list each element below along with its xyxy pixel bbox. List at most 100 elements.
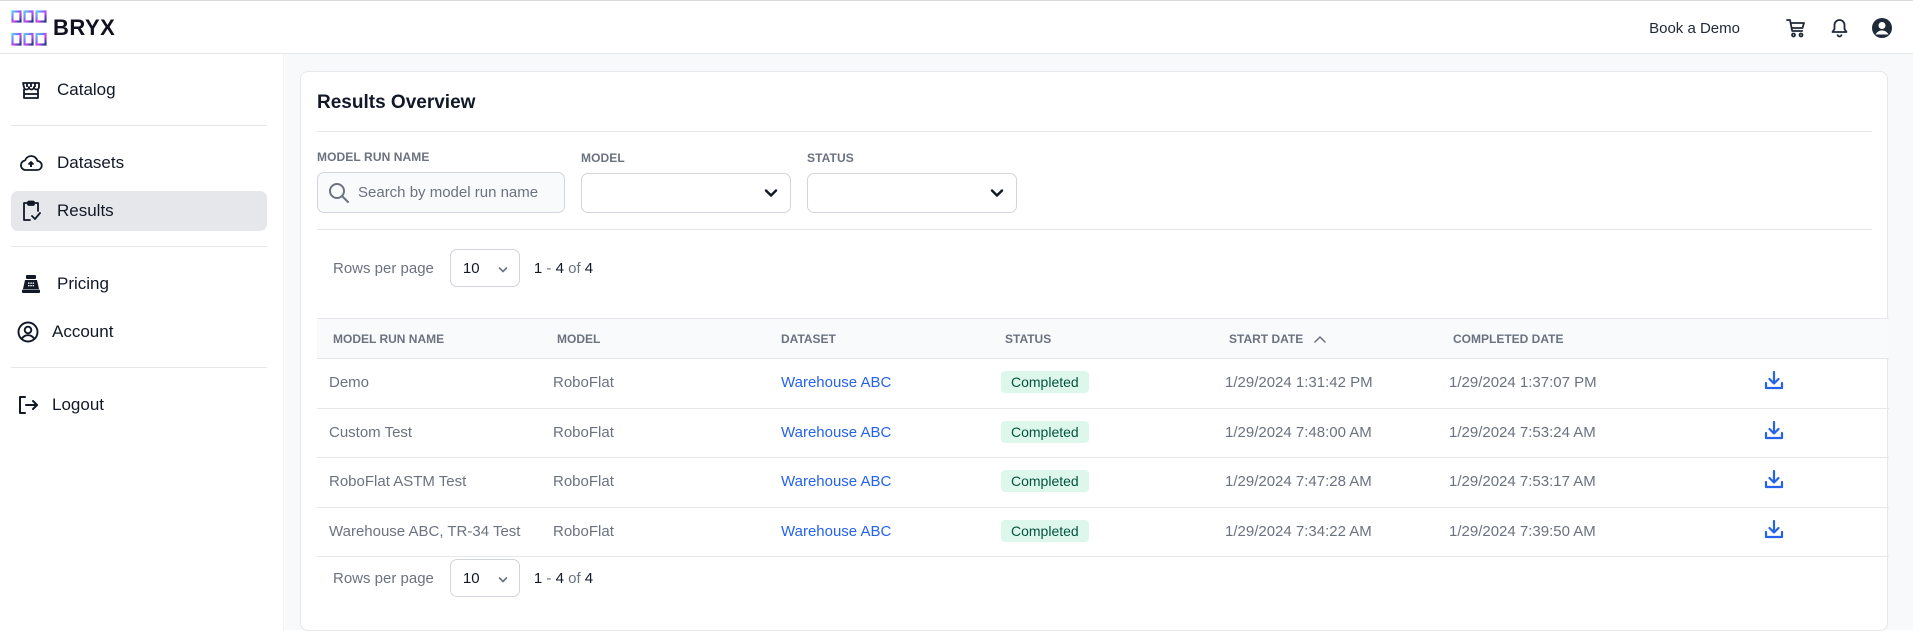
run-name-filter-label: MODEL RUN NAME [317, 150, 430, 164]
status-badge: Completed [1001, 470, 1089, 492]
cell-completed-date: 1/29/2024 7:53:24 AM [1449, 423, 1596, 441]
cell-run-name: Demo [329, 374, 370, 391]
sidebar-item-label: Catalog [57, 80, 116, 99]
sidebar-divider [11, 246, 267, 247]
cell-start-date: 1/29/2024 7:48:00 AM [1225, 423, 1372, 441]
chevron-down-icon [990, 186, 1004, 205]
table-row: RoboFlat ASTM Test RoboFlat Warehouse ABC C… [317, 458, 1889, 508]
download-icon[interactable] [1763, 370, 1785, 394]
download-icon[interactable] [1763, 519, 1785, 543]
column-header-completed-date[interactable]: COMPLETED DATE [1453, 332, 1563, 346]
sidebar-item-logout[interactable]: Logout [11, 385, 267, 425]
bell-icon[interactable] [1828, 17, 1850, 39]
cell-run-name: Custom Test [329, 423, 413, 441]
sidebar-item-label: Logout [52, 395, 104, 414]
brand-name: BRYX [53, 15, 116, 40]
cell-run-name: Warehouse ABC, TR-34 Test [329, 522, 521, 540]
column-header-run-name[interactable]: MODEL RUN NAME [333, 332, 444, 346]
cash-register-icon [19, 272, 43, 296]
table-row: Demo RoboFlat Warehouse ABC Completed 1/29/2… [317, 359, 1889, 409]
user-circle-icon [16, 320, 40, 344]
title-divider [317, 131, 1872, 132]
cell-start-date: 1/29/2024 1:31:42 PM [1225, 374, 1373, 391]
cell-completed-date: 1/29/2024 7:53:17 AM [1449, 473, 1596, 490]
rows-per-page-value: 10 [462, 259, 480, 277]
sidebar: Catalog Datasets Results Pricing Account… [0, 54, 284, 630]
cell-model: RoboFlat [553, 374, 614, 391]
top-actions: Book a Demo [1649, 1, 1893, 55]
sidebar-divider [11, 125, 267, 126]
status-badge: Completed [1001, 371, 1089, 393]
book-demo-link[interactable]: Book a Demo [1649, 20, 1740, 37]
results-card: Results Overview MODEL RUN NAME MODEL ST… [300, 71, 1889, 631]
filters-divider [317, 229, 1872, 230]
rows-per-page-value: 10 [462, 569, 480, 587]
rows-per-page-label: Rows per page [333, 569, 434, 587]
cloud-upload-icon [19, 151, 43, 175]
dataset-link[interactable]: Warehouse ABC [781, 473, 891, 490]
sidebar-item-account[interactable]: Account [11, 312, 267, 352]
rows-per-page-label: Rows per page [333, 259, 434, 277]
run-name-search[interactable] [317, 172, 565, 213]
pagination-bottom: Rows per page 10 1 - 4 of 4 [333, 559, 593, 597]
clipboard-check-icon [19, 199, 43, 223]
download-icon[interactable] [1763, 469, 1785, 493]
cell-model: RoboFlat [553, 423, 614, 441]
status-select[interactable] [807, 173, 1017, 213]
sidebar-item-pricing[interactable]: Pricing [11, 264, 267, 304]
status-filter-label: STATUS [807, 151, 854, 165]
sidebar-divider [11, 367, 267, 368]
column-header-status[interactable]: STATUS [1005, 332, 1051, 346]
sidebar-item-catalog[interactable]: Catalog [11, 70, 267, 110]
store-icon [19, 78, 43, 102]
column-header-dataset[interactable]: DATASET [781, 332, 836, 346]
status-badge: Completed [1001, 420, 1089, 443]
logout-icon [16, 393, 40, 417]
cart-icon[interactable] [1785, 17, 1807, 39]
cell-run-name: RoboFlat ASTM Test [329, 473, 467, 490]
table-row: Warehouse ABC, TR-34 Test RoboFlat Warehou… [317, 508, 1889, 557]
table-row: Custom Test RoboFlat Warehouse ABC Complete… [317, 409, 1889, 458]
cell-start-date: 1/29/2024 7:47:28 AM [1225, 473, 1372, 490]
model-select[interactable] [581, 173, 791, 213]
rows-per-page-select[interactable]: 10 [449, 249, 520, 287]
top-bar: BRYX Book a Demo [0, 0, 1913, 54]
model-filter-label: MODEL [581, 151, 625, 165]
main-content: Results Overview MODEL RUN NAME MODEL ST… [285, 54, 1913, 631]
pagination-top: Rows per page 10 1 - 4 of 4 [333, 249, 593, 287]
results-table: MODEL RUN NAME MODEL DATASET STATUS STAR… [317, 318, 1889, 557]
page-title: Results Overview [317, 92, 476, 113]
brand-logo[interactable]: BRYX [11, 10, 115, 46]
dataset-link[interactable]: Warehouse ABC [781, 374, 891, 391]
chevron-down-icon [497, 573, 509, 590]
bryx-logo-icon [11, 10, 47, 46]
download-icon[interactable] [1763, 420, 1785, 444]
dataset-link[interactable]: Warehouse ABC [781, 424, 891, 441]
run-name-search-input[interactable] [358, 184, 548, 201]
sidebar-item-datasets[interactable]: Datasets [11, 143, 267, 183]
chevron-down-icon [764, 186, 778, 205]
sidebar-item-label: Account [52, 322, 114, 341]
cell-model: RoboFlat [553, 522, 614, 540]
rows-per-page-select[interactable]: 10 [449, 559, 520, 597]
column-header-start-date[interactable]: START DATE [1229, 332, 1327, 346]
search-icon [328, 182, 350, 204]
pagination-range: 1 - 4 of 4 [533, 569, 594, 587]
status-badge: Completed [1001, 519, 1089, 542]
cell-completed-date: 1/29/2024 7:39:50 AM [1449, 522, 1596, 540]
user-avatar-icon[interactable] [1871, 17, 1893, 39]
table-header: MODEL RUN NAME MODEL DATASET STATUS STAR… [317, 318, 1889, 359]
sidebar-item-label: Results [57, 201, 114, 220]
cell-start-date: 1/29/2024 7:34:22 AM [1225, 522, 1372, 540]
sidebar-item-label: Datasets [57, 153, 125, 172]
sidebar-item-results[interactable]: Results [11, 191, 267, 231]
pagination-range: 1 - 4 of 4 [533, 259, 594, 277]
cell-completed-date: 1/29/2024 1:37:07 PM [1449, 374, 1597, 391]
table-body: Demo RoboFlat Warehouse ABC Completed 1/29/2… [317, 359, 1889, 557]
sidebar-item-label: Pricing [57, 274, 109, 293]
column-header-model[interactable]: MODEL [557, 332, 600, 346]
sort-ascending-icon [1313, 334, 1327, 344]
cell-model: RoboFlat [553, 473, 614, 490]
chevron-down-icon [497, 263, 509, 280]
dataset-link[interactable]: Warehouse ABC [781, 523, 891, 540]
